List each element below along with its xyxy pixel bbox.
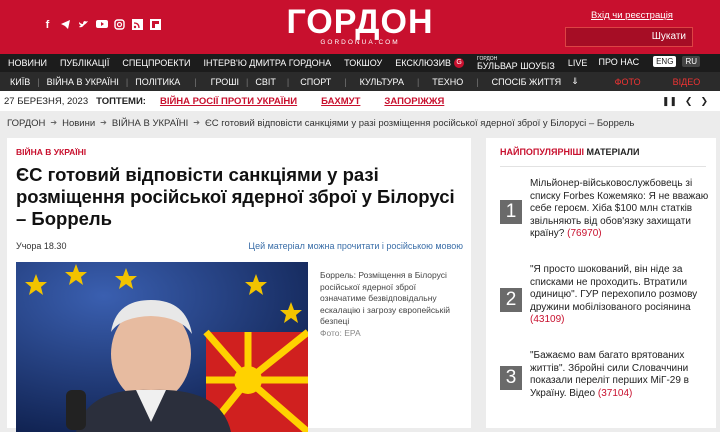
- topics-label: ТОПТЕМИ:: [96, 95, 146, 107]
- rss-icon[interactable]: [132, 19, 143, 31]
- twitter-icon[interactable]: [78, 19, 89, 31]
- nav2-photo[interactable]: ФОТО: [615, 77, 641, 87]
- facebook-icon[interactable]: f: [42, 19, 53, 31]
- nav-live[interactable]: LIVE: [568, 58, 588, 68]
- social-links: f: [42, 19, 161, 31]
- pause-icon[interactable]: ❚❚: [662, 96, 677, 107]
- current-date: 27 БЕРЕЗНЯ, 2023: [4, 95, 89, 107]
- article-title: ЄС готовий відповісти санкціями у разі р…: [16, 164, 455, 229]
- chevron-right-icon: ➔: [100, 118, 107, 127]
- breadcrumb-item[interactable]: ГОРДОН: [7, 118, 45, 129]
- popular-sidebar: НАЙПОПУЛЯРНІШІ МАТЕРІАЛИ 1 Мільйонер-вій…: [486, 138, 716, 428]
- nav-publications[interactable]: ПУБЛІКАЦІЇ: [60, 58, 109, 68]
- nav2-war[interactable]: ВІЙНА В УКРАЇНІ: [47, 77, 119, 87]
- chevron-right-icon: ➔: [50, 118, 58, 127]
- breadcrumb-item[interactable]: Новини: [62, 118, 95, 129]
- nav2-culture[interactable]: КУЛЬТУРА: [360, 77, 404, 87]
- popular-item-text: "Я просто шокований, він ніде за спискам…: [530, 264, 710, 327]
- nav-talkshow[interactable]: ТОКШОУ: [344, 58, 382, 68]
- nav2-kyiv[interactable]: КИЇВ: [10, 77, 30, 87]
- next-icon[interactable]: ❯: [700, 96, 708, 107]
- read-in-russian-link[interactable]: Цей матеріал можна прочитати і російсько…: [248, 241, 463, 251]
- secondary-nav: КИЇВ | ВІЙНА В УКРАЇНІ | ПОЛІТИКА | ГРОШІ | …: [0, 72, 720, 91]
- popular-item[interactable]: 1 Мільйонер-військовослужбовець зі списк…: [500, 178, 710, 241]
- topics-bar: 27 БЕРЕЗНЯ, 2023 ТОПТЕМИ: ВІЙНА РОСІЇ ПР…: [0, 91, 720, 111]
- popular-rank: 1: [500, 200, 522, 224]
- nav-bulvar[interactable]: ГОРДОН БУЛЬВАР ШОУБІЗ: [477, 56, 555, 71]
- divider: [500, 166, 706, 167]
- popular-item-text: Мільйонер-військовослужбовець зі списку …: [530, 178, 710, 241]
- popular-rank: 2: [500, 288, 522, 312]
- nav-exclusive[interactable]: ЕКСКЛЮЗИВ G: [395, 58, 465, 68]
- article-time: Учора 18.30: [16, 241, 67, 251]
- search-input[interactable]: Шукати: [565, 27, 693, 47]
- photo-caption: Боррель: Розміщення в Білорусі російсько…: [320, 270, 460, 339]
- nav2-sport[interactable]: СПОРТ: [300, 77, 331, 87]
- lang-en-button[interactable]: ENG: [653, 56, 677, 67]
- popular-rank: 3: [500, 366, 522, 390]
- popular-views: (37104): [597, 387, 633, 399]
- nav-about[interactable]: ПРО НАС: [599, 57, 640, 67]
- site-logo[interactable]: ГОРДОН GORDONUA.COM: [282, 5, 438, 46]
- nav-exclusive-label: ЕКСКЛЮЗИВ: [395, 58, 452, 68]
- popular-views: (76970): [567, 228, 602, 239]
- topic-link[interactable]: БАХМУТ: [321, 96, 360, 107]
- nav2-lifestyle[interactable]: СПОСІБ ЖИТТЯ: [492, 77, 561, 87]
- nav2-techno[interactable]: ТЕХНО: [432, 77, 463, 87]
- nav-interviews[interactable]: ІНТЕРВ'Ю ДМИТРА ГОРДОНА: [203, 58, 331, 68]
- popular-heading-rest: МАТЕРІАЛИ: [586, 147, 640, 157]
- flipboard-icon[interactable]: [150, 19, 161, 31]
- popular-item[interactable]: 2 "Я просто шокований, він ніде за списк…: [500, 264, 710, 330]
- article-rubric[interactable]: ВІЙНА В УКРАЇНІ: [16, 147, 86, 157]
- popular-heading: НАЙПОПУЛЯРНІШІ МАТЕРІАЛИ: [500, 147, 639, 157]
- primary-nav: НОВИНИ ПУБЛІКАЦІЇ СПЕЦПРОЕКТИ ІНТЕРВ'Ю Д…: [0, 54, 720, 72]
- telegram-icon[interactable]: [60, 19, 71, 31]
- nav-specprojects[interactable]: СПЕЦПРОЕКТИ: [122, 58, 190, 68]
- popular-title: Мільйонер-військовослужбовець зі списку …: [530, 178, 709, 239]
- nav2-world[interactable]: СВІТ: [255, 77, 276, 87]
- caption-text: Боррель: Розміщення в Білорусі російсько…: [320, 270, 450, 326]
- topic-link[interactable]: ВІЙНА РОСІЇ ПРОТИ УКРАЇНИ: [160, 96, 297, 107]
- bulvar-label: БУЛЬВАР ШОУБІЗ: [477, 60, 555, 71]
- breadcrumb-item[interactable]: ВІЙНА В УКРАЇНІ: [112, 118, 188, 129]
- popular-heading-accent: НАЙПОПУЛЯРНІШІ: [500, 147, 584, 157]
- nav2-politics[interactable]: ПОЛІТИКА: [135, 77, 180, 87]
- topic-link[interactable]: ЗАПОРІЖЖЯ: [384, 96, 444, 107]
- site-header: f ГОРДОН GORDONUA.COM Вхід чи реєстрація…: [0, 0, 720, 54]
- popular-item[interactable]: 3 "Бажаємо вам багато врятованих життів"…: [500, 350, 710, 416]
- login-link[interactable]: Вхід чи реєстрація: [591, 10, 673, 21]
- carousel-controls: ❚❚ ❮ ❯: [662, 96, 708, 107]
- nav-news[interactable]: НОВИНИ: [8, 58, 47, 68]
- nav-right: ПРО НАС ENG RU: [599, 56, 700, 67]
- article-photo: [16, 262, 308, 432]
- youtube-icon[interactable]: [96, 19, 108, 31]
- popular-item-text: "Бажаємо вам багато врятованих життів". …: [530, 350, 710, 400]
- logo-text: ГОРДОН: [286, 3, 434, 41]
- chevron-right-icon: ➔: [193, 118, 200, 127]
- nav2-more-icon[interactable]: ⇓: [571, 76, 579, 87]
- popular-views: (43109): [530, 314, 565, 325]
- instagram-icon[interactable]: [114, 19, 125, 31]
- prev-icon[interactable]: ❮: [685, 96, 693, 107]
- photo-credit: Фото: EPA: [320, 327, 361, 338]
- popular-title: "Я просто шокований, він ніде за спискам…: [530, 264, 698, 313]
- nav2-money[interactable]: ГРОШІ: [211, 77, 239, 87]
- exclusive-badge: G: [454, 58, 465, 68]
- nav2-video[interactable]: ВІДЕО: [673, 77, 701, 87]
- search-button[interactable]: Шукати: [652, 31, 686, 42]
- article-card: ВІЙНА В УКРАЇНІ ЄС готовий відповісти са…: [7, 138, 471, 432]
- breadcrumb: ГОРДОН ➔ Новини ➔ ВІЙНА В УКРАЇНІ ➔ ЄС г…: [7, 118, 634, 129]
- breadcrumb-current: ЄС готовий відповісти санкціями у разі р…: [204, 118, 635, 129]
- lang-ru-button[interactable]: RU: [682, 56, 700, 67]
